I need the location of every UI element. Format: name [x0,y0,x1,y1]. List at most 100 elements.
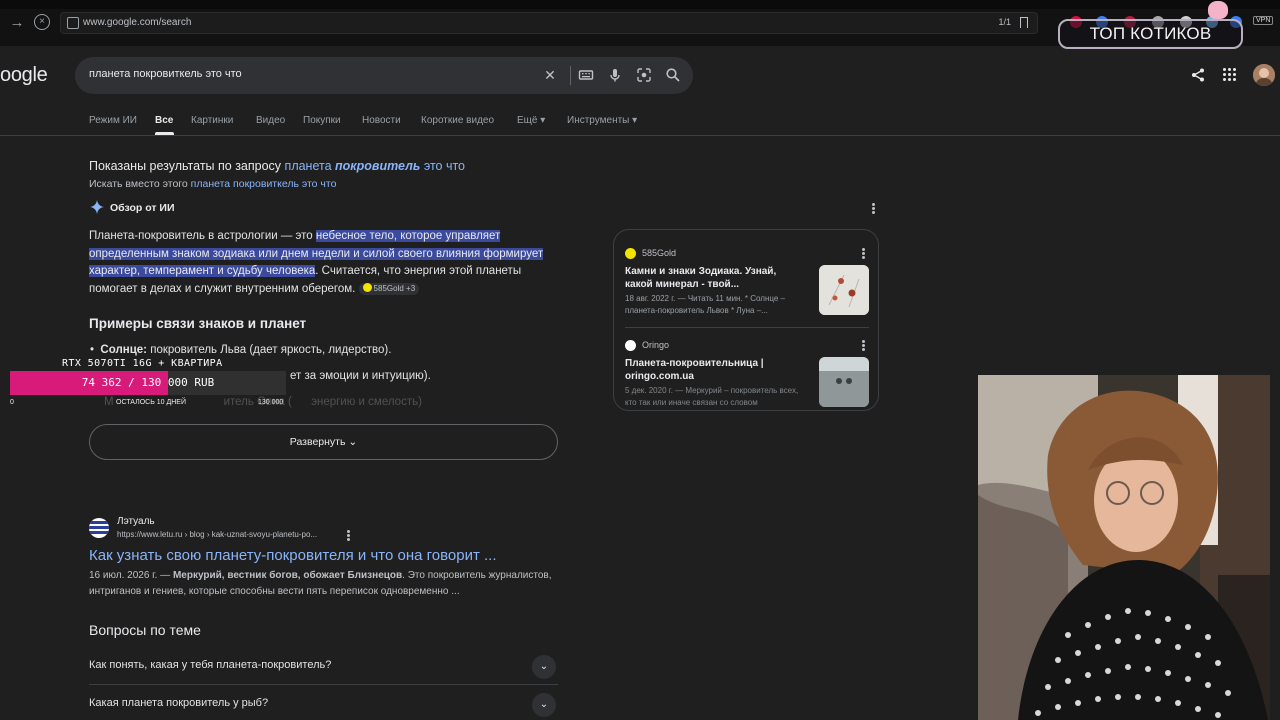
tab-tools[interactable]: Инструменты ▾ [567,115,637,126]
account-avatar[interactable] [1253,64,1275,86]
keyboard-icon[interactable] [578,67,594,83]
showing-results-for: Показаны результаты по запросу планета п… [89,159,465,173]
source-name: Oringo [642,340,670,350]
lens-icon[interactable] [636,67,652,83]
source-name: 585Gold [642,248,677,258]
page-counter: 1/1 [998,17,1011,27]
source-title[interactable]: Камни и знаки Зодиака. Узнай, какой мине… [625,265,805,291]
showing-prefix: Показаны результаты по запросу [89,159,282,173]
related-question[interactable]: Какая планета покровитель у рыб? ⌄ [89,686,558,720]
chevron-down-icon[interactable]: ⌄ [532,693,556,717]
tab-all[interactable]: Все [155,115,173,126]
stream-title-overlay: ТОП КОТИКОВ [1058,19,1243,49]
list-item: • Солнце: покровитель Льва (дает яркость… [90,344,392,356]
result-date: 16 июл. 2026 г. — [89,570,173,581]
search-input[interactable]: планета покровиткель это что [89,68,242,80]
source-snippet: 18 авг. 2022 г. — Читать 11 мин. * Солнц… [625,294,785,315]
webcam-overlay [978,375,1270,720]
585gold-favicon [362,282,372,292]
tab-images[interactable]: Картинки [191,115,233,126]
corrected-query-link[interactable]: планета покровитель это что [285,159,465,173]
search-instead: Искать вместо этого планета покровиткель… [89,178,336,190]
list-item: ет за эмоции и интуицию). [290,370,431,382]
source-thumbnail [819,265,869,315]
related-question[interactable]: Как понять, какая у тебя планета-покрови… [89,648,558,685]
chevron-down-icon: ▾ [540,115,546,126]
search-instead-label: Искать вместо этого [89,178,188,190]
stop-icon[interactable]: × [34,14,50,30]
original-query-link[interactable]: планета покровиткель это что [191,178,337,190]
ai-sparkle-icon [90,200,104,214]
header-divider [0,135,1280,136]
oringo-favicon [625,340,636,351]
result-site-name[interactable]: Лэтуаль [117,516,155,527]
vpn-icon[interactable]: VPN [1253,16,1274,25]
tab-ai-mode[interactable]: Режим ИИ [89,115,137,126]
source-menu-icon[interactable] [862,248,865,259]
corrected-part1: планета [284,159,332,173]
corrected-emphasis: покровитель [335,159,421,173]
ai-overview-text: Планета-покровитель в астрологии — это н… [89,228,565,298]
search-separator [570,66,571,85]
tab-videos[interactable]: Видео [256,115,285,126]
goal-max: 130 000 [258,399,284,406]
tab-more[interactable]: Ещё ▾ [517,115,545,126]
result-snippet: 16 июл. 2026 г. — Меркурий, вестник бого… [89,568,559,599]
chevron-down-icon: ⌄ [348,436,358,448]
source-snippet: 5 дек. 2020 г. — Меркурий – покровитель … [625,386,799,407]
expand-button[interactable]: Развернуть ⌄ [89,424,558,460]
tab-strip [0,0,1280,9]
question-text: Какая планета покровитель у рыб? [89,697,269,709]
source-title[interactable]: Планета-покровительница | oringo.com.ua [625,357,805,383]
tab-more-label: Ещё [517,115,538,126]
url-text: www.google.com/search [83,17,192,28]
goal-time-remaining: ОСТАЛОСЬ 10 ДНЕЙ [116,399,186,406]
cat-mascot-icon [1208,1,1228,19]
bullet-label: Солнце: [100,344,148,356]
expand-label: Развернуть [289,436,346,448]
source-menu-icon[interactable] [862,340,865,351]
share-icon[interactable] [1190,67,1206,83]
ai-overview-menu-icon[interactable] [872,203,875,214]
forward-arrow-icon[interactable]: → [8,14,26,32]
bullet-fragment: энергию и смелость) [307,396,422,408]
site-info-icon[interactable] [67,17,79,29]
result-menu-icon[interactable] [347,530,350,541]
related-questions-heading: Вопросы по теме [89,622,201,638]
clear-icon[interactable]: ✕ [542,67,558,83]
letu-favicon [89,518,109,538]
address-bar[interactable]: www.google.com/search 1/1 [60,12,1038,34]
goal-min: 0 [10,399,14,406]
tab-tools-label: Инструменты [567,115,630,126]
ai-overview-title: Обзор от ИИ [110,202,175,214]
search-box[interactable]: планета покровиткель это что ✕ [75,57,693,94]
source-chip-label: 585Gold +3 [373,283,416,293]
source-chip[interactable]: 585Gold +3 [358,282,420,295]
search-icon[interactable] [665,67,681,83]
result-title-link[interactable]: Как узнать свою планету-покровителя и чт… [89,547,497,564]
ai-sources-panel: 585Gold Камни и знаки Зодиака. Узнай, ка… [613,229,879,411]
microphone-icon[interactable] [607,67,623,83]
bullet-text: покровитель Льва (дает яркость, лидерств… [147,344,392,356]
tab-shopping[interactable]: Покупки [303,115,341,126]
source-divider [625,327,869,328]
examples-heading: Примеры связи знаков и планет [89,316,307,331]
corrected-part2: это что [423,159,466,173]
donation-goal-bar: 74 362 / 130 000 RUB [10,371,286,395]
chevron-down-icon[interactable]: ⌄ [532,655,556,679]
bullet-fragment: М [104,396,114,408]
donation-goal-progress: 74 362 / 130 000 RUB [81,376,215,389]
google-apps-icon[interactable] [1223,68,1237,82]
result-url[interactable]: https://www.letu.ru › blog › kak-uznat-s… [117,530,317,539]
donation-goal-name: RTX 5070TI 16G + КВАРТИРА [62,358,223,369]
tab-news[interactable]: Новости [362,115,401,126]
chevron-down-icon: ▾ [632,115,638,126]
result-snippet-bold: Меркурий, вестник богов, обожает Близнец… [172,570,403,581]
585gold-favicon [625,248,636,259]
screen: → × www.google.com/search 1/1 VPN ТОП КО… [0,0,1280,720]
question-text: Как понять, какая у тебя планета-покрови… [89,659,332,671]
source-thumbnail [819,357,869,407]
google-logo[interactable]: oogle [0,64,48,87]
tab-short-videos[interactable]: Короткие видео [421,115,494,126]
bookmark-icon[interactable] [1020,17,1028,28]
